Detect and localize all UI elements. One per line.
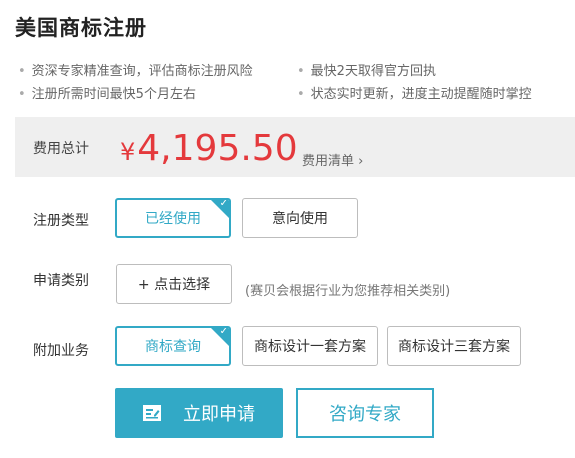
option-already-used[interactable]: 已经使用 ✓ xyxy=(115,198,231,238)
feature-item: • 状态实时更新，进度主动提醒随时掌控 xyxy=(297,87,532,102)
category-label: 申请类别 xyxy=(33,273,89,289)
addon-trademark-search[interactable]: 商标查询 ✓ xyxy=(115,326,231,366)
registration-type-label: 注册类型 xyxy=(33,213,89,229)
addon-design-three-plans[interactable]: 商标设计三套方案 xyxy=(387,326,521,366)
edit-form-icon xyxy=(143,405,161,421)
bullet-icon: • xyxy=(18,64,26,79)
consult-expert-button[interactable]: 咨询专家 xyxy=(296,388,434,438)
currency-symbol: ¥ xyxy=(120,138,136,166)
price-amount: 4,195.50 xyxy=(137,128,298,169)
apply-now-button[interactable]: 立即申请 xyxy=(115,388,283,438)
page-title: 美国商标注册 xyxy=(15,16,147,40)
check-icon: ✓ xyxy=(219,326,228,337)
option-intent-to-use[interactable]: 意向使用 xyxy=(242,198,358,238)
price-total-value: ¥4,195.50 xyxy=(120,128,298,169)
chevron-right-icon: › xyxy=(358,154,364,169)
price-total-label: 费用总计 xyxy=(33,141,89,157)
category-hint: (赛贝会根据行业为您推荐相关类别) xyxy=(245,284,451,299)
addons-label: 附加业务 xyxy=(33,343,89,359)
select-category-button[interactable]: + 点击选择 xyxy=(116,264,232,304)
bullet-icon: • xyxy=(18,87,26,102)
bullet-icon: • xyxy=(297,87,305,102)
feature-item: • 注册所需时间最快5个月左右 xyxy=(18,87,196,102)
addon-design-one-plan[interactable]: 商标设计一套方案 xyxy=(242,326,378,366)
fee-detail-link[interactable]: 费用清单 › xyxy=(302,150,363,169)
feature-item: • 资深专家精准查询，评估商标注册风险 xyxy=(18,64,253,79)
feature-item: • 最快2天取得官方回执 xyxy=(297,64,436,79)
bullet-icon: • xyxy=(297,64,305,79)
check-icon: ✓ xyxy=(219,198,228,209)
